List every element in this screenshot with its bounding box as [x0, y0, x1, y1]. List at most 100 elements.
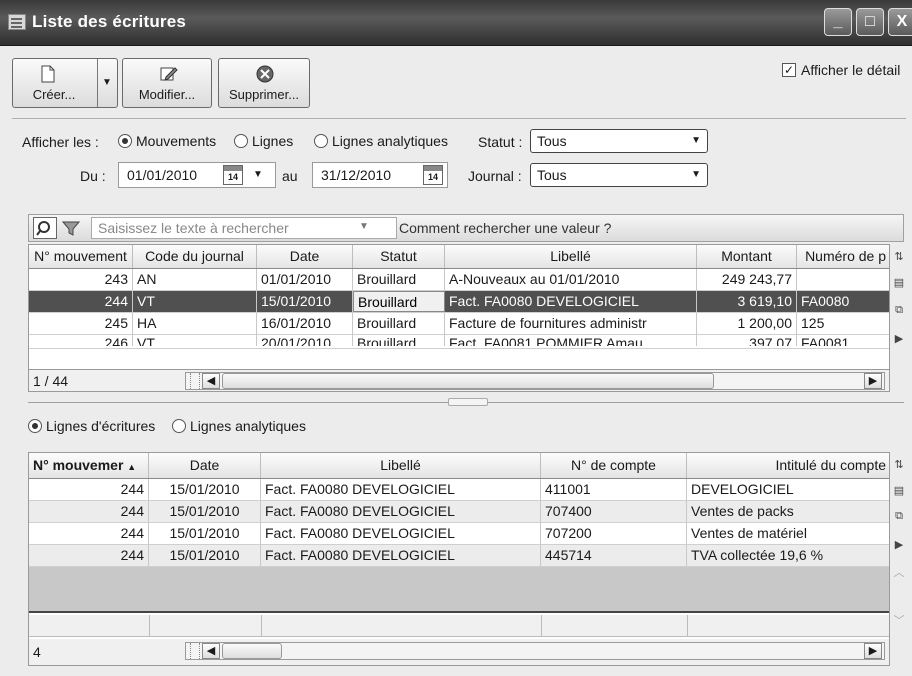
chevron-down-icon[interactable]: ▼ [359, 221, 369, 232]
calendar-icon[interactable]: 14 [223, 165, 243, 185]
afficher-label: Afficher les : [22, 134, 99, 150]
table-row-selected[interactable]: 244 VT 15/01/2010 Brouillard Fact. FA008… [29, 291, 889, 313]
splitter-handle[interactable] [448, 398, 488, 406]
scroll-right-icon[interactable]: ▶ [864, 643, 882, 659]
statut-select[interactable]: Tous ▼ [530, 129, 708, 153]
entry-lines-grid: N° mouvemer ▲ Date Libellé N° de compte … [28, 452, 890, 666]
table-row[interactable]: 245 HA 16/01/2010 Brouillard Facture de … [29, 313, 889, 335]
cell-date: 15/01/2010 [149, 523, 261, 544]
table-row[interactable]: 246 VT 20/01/2010 Brouillard Fact. FA008… [29, 333, 889, 349]
scroll-up-icon[interactable]: ︿ [890, 564, 908, 584]
au-label: au [282, 168, 298, 184]
date-from-field[interactable]: 01/01/2010 14 ▼ [118, 162, 276, 188]
scroll-thumb[interactable] [222, 643, 282, 659]
scroll-right-icon[interactable]: ▶ [864, 373, 882, 389]
table-row[interactable]: 244 15/01/2010 Fact. FA0080 DEVELOGICIEL… [29, 523, 889, 545]
horizontal-scrollbar[interactable]: ◀ ▶ [185, 642, 885, 660]
column-header-compte[interactable]: N° de compte [541, 453, 687, 478]
chevron-down-icon[interactable]: ▼ [253, 169, 263, 180]
search-input[interactable]: Saisissez le texte à rechercher [91, 217, 397, 239]
column-chooser-icon[interactable]: ⇅ [890, 250, 908, 270]
search-help-link[interactable]: Comment rechercher une valeur ? [399, 220, 611, 236]
scroll-thumb[interactable] [222, 373, 714, 389]
cell-libelle: Fact. FA0080 DEVELOGICIEL [261, 523, 541, 544]
cell-num: 244 [29, 479, 149, 500]
delete-button[interactable]: Supprimer... [218, 58, 310, 108]
cell-montant: 249 243,77 [697, 269, 797, 290]
search-icon[interactable] [33, 217, 57, 239]
date-from-value: 01/01/2010 [127, 167, 198, 183]
cell-numero [797, 269, 889, 290]
column-chooser-icon[interactable]: ⇅ [890, 458, 908, 478]
radio-lignes-analytiques-bottom-indicator[interactable] [172, 419, 186, 433]
line-count: 4 [33, 644, 41, 660]
column-header-numero[interactable]: Numéro de p [797, 245, 889, 268]
date-to-field[interactable]: 31/12/2010 14 [312, 162, 448, 188]
cell-journal: VT [133, 333, 257, 346]
create-label: Créer... [32, 87, 76, 102]
column-header-num[interactable]: N° mouvemer ▲ [29, 453, 149, 478]
column-header-date[interactable]: Date [257, 245, 353, 268]
radio-lignes-ecritures[interactable]: Lignes d'écritures [28, 418, 155, 434]
cell-date: 16/01/2010 [257, 313, 353, 334]
table-row[interactable]: 243 AN 01/01/2010 Brouillard A-Nouveaux … [29, 269, 889, 291]
calendar-icon[interactable]: 14 [423, 165, 443, 185]
radio-lignes-analytiques-label: Lignes analytiques [332, 133, 448, 149]
show-detail-checkbox[interactable]: ✓ [782, 63, 796, 77]
column-header-intitule[interactable]: Intitulé du compte [687, 453, 889, 478]
radio-mouvements-indicator[interactable] [118, 134, 132, 148]
table-row[interactable]: 244 15/01/2010 Fact. FA0080 DEVELOGICIEL… [29, 501, 889, 523]
export-icon[interactable]: ⧉ [890, 304, 908, 324]
page-indicator: 1 / 44 [33, 373, 69, 389]
cell-intitule: TVA collectée 19,6 % [687, 545, 889, 566]
journal-value: Tous [537, 167, 567, 183]
expand-icon[interactable]: ▶ [890, 332, 908, 352]
new-document-icon [41, 65, 55, 83]
maximize-button[interactable]: □ [856, 8, 884, 36]
radio-mouvements[interactable]: Mouvements [118, 133, 216, 149]
column-header-statut[interactable]: Statut [353, 245, 445, 268]
create-button[interactable]: ▼ Créer... [12, 58, 118, 108]
resize-grip[interactable] [190, 643, 200, 659]
empty-grid-area [29, 567, 889, 613]
table-row[interactable]: 244 15/01/2010 Fact. FA0080 DEVELOGICIEL… [29, 479, 889, 501]
scroll-left-icon[interactable]: ◀ [202, 373, 220, 389]
show-detail-toggle[interactable]: ✓ Afficher le détail [782, 62, 900, 78]
column-header-libelle[interactable]: Libellé [261, 453, 541, 478]
modify-button[interactable]: Modifier... [122, 58, 212, 108]
column-header-libelle[interactable]: Libellé [445, 245, 697, 268]
table-row[interactable]: 244 15/01/2010 Fact. FA0080 DEVELOGICIEL… [29, 545, 889, 567]
radio-mouvements-label: Mouvements [136, 133, 217, 149]
chevron-down-icon[interactable]: ▼ [102, 77, 112, 88]
radio-lignes-analytiques-indicator[interactable] [314, 134, 328, 148]
radio-lignes[interactable]: Lignes [234, 133, 293, 149]
column-header-montant[interactable]: Montant [697, 245, 797, 268]
column-header-journal[interactable]: Code du journal [133, 245, 257, 268]
expand-icon[interactable]: ▶ [890, 538, 908, 558]
window-icon [8, 14, 26, 30]
close-button[interactable]: X [888, 8, 912, 36]
print-icon[interactable]: ▤ [890, 276, 908, 296]
print-icon[interactable]: ▤ [890, 484, 908, 504]
cell-compte: 707400 [541, 501, 687, 522]
cell-date: 15/01/2010 [149, 479, 261, 500]
statut-label: Statut : [478, 134, 523, 150]
cell-num: 246 [29, 333, 133, 346]
radio-lignes-ecritures-indicator[interactable] [28, 419, 42, 433]
filter-icon[interactable] [61, 219, 81, 237]
resize-grip[interactable] [190, 373, 200, 389]
du-label: Du : [80, 168, 106, 184]
radio-lignes-analytiques-bottom[interactable]: Lignes analytiques [172, 418, 306, 434]
scroll-down-icon[interactable]: ﹀ [890, 612, 908, 632]
export-icon[interactable]: ⧉ [890, 510, 908, 530]
minimize-button[interactable]: _ [824, 8, 852, 36]
horizontal-scrollbar[interactable]: ◀ ▶ [185, 372, 885, 390]
column-header-num[interactable]: N° mouvement [29, 245, 133, 268]
column-header-date[interactable]: Date [149, 453, 261, 478]
radio-lignes-analytiques[interactable]: Lignes analytiques [314, 133, 448, 149]
scroll-left-icon[interactable]: ◀ [202, 643, 220, 659]
journal-select[interactable]: Tous ▼ [530, 163, 708, 187]
delete-label: Supprimer... [228, 87, 300, 102]
delete-icon [256, 65, 274, 83]
radio-lignes-indicator[interactable] [234, 134, 248, 148]
